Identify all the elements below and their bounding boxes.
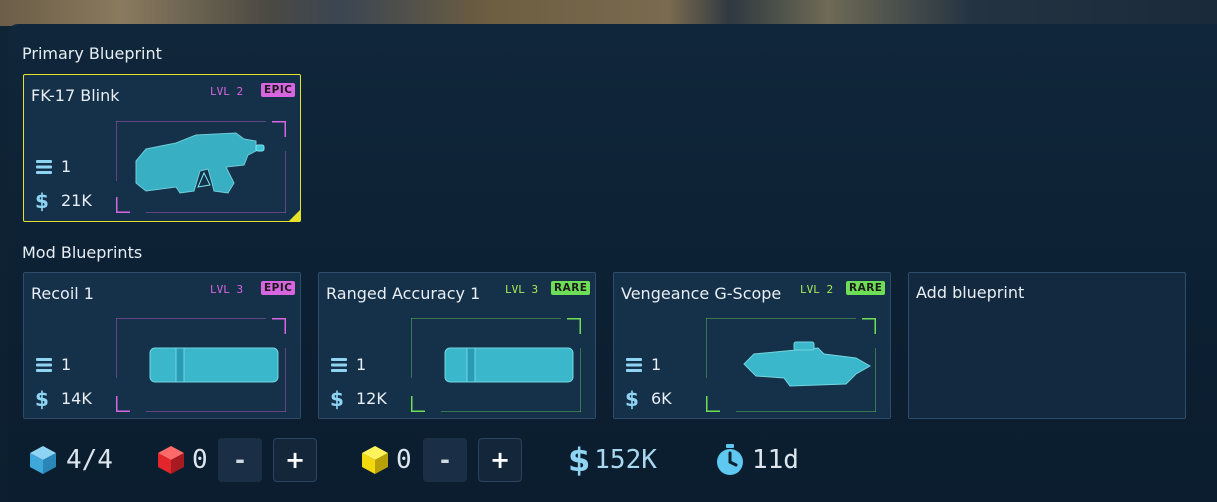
cost-value: 14K [61,389,92,408]
blueprint-cost: $ 12K [330,386,387,411]
currency-icon: $ [35,188,49,213]
layers-icon [626,357,642,372]
blueprint-name: FK-17 Blink [31,86,120,105]
rarity-badge: EPIC [261,83,296,97]
mod-blueprints-heading: Mod Blueprints [22,243,143,262]
slot-counter: 4/4 [28,436,113,484]
blueprint-name: Vengeance G-Scope [621,284,782,303]
selected-corner-marker [289,210,300,221]
rarity-badge: RARE [551,281,591,295]
level-label: LVL 3 [505,283,539,296]
background-scene [0,0,1217,26]
yellow-resource-counter: 0 [360,436,412,484]
blueprint-cost: $ 6K [625,386,672,411]
blueprint-name: Recoil 1 [31,284,94,303]
currency-icon: $ [330,386,344,411]
blueprint-name: Ranged Accuracy 1 [326,284,481,303]
count-value: 1 [61,157,72,176]
mod-preview [409,316,583,414]
count-value: 1 [61,355,72,374]
cost-value: 21K [61,191,92,210]
yellow-count: 0 [396,445,412,475]
red-plus-button[interactable]: + [273,438,317,482]
mod-blueprint-card[interactable]: Recoil 1 LVL 3 EPIC 1 $ 14K [23,272,301,419]
primary-blueprint-card[interactable]: FK-17 Blink LVL 2 EPIC 1 $ 21K [23,74,301,222]
count-value: 1 [356,355,367,374]
yellow-cube-icon [362,446,388,474]
red-cube-icon [158,446,184,474]
blueprint-cost: $ 14K [35,386,92,411]
suppressor-icon [444,347,574,383]
stopwatch-icon [717,444,743,475]
currency-icon: $ [568,441,591,479]
level-label: LVL 2 [210,85,244,98]
count-value: 1 [651,355,662,374]
red-resource-counter: 0 [156,436,208,484]
mod-blueprint-card[interactable]: Vengeance G-Scope LVL 2 RARE 1 $ 6K [613,272,891,419]
total-cost-value: 152K [594,445,657,475]
mod-preview [114,316,288,414]
total-cost: $ 152K [568,436,657,484]
craft-time: 11d [714,436,799,484]
yellow-minus-button[interactable]: - [423,438,467,482]
add-blueprint-label: Add blueprint [916,283,1025,302]
blueprint-count: 1 [35,355,71,374]
blueprint-count: 1 [330,355,366,374]
cube-icon [30,446,56,474]
red-count: 0 [192,445,208,475]
layers-icon [36,159,52,174]
level-label: LVL 3 [210,283,244,296]
slot-count: 4/4 [66,445,113,475]
layers-icon [36,357,52,372]
suppressor-icon [149,347,279,383]
blueprint-count: 1 [625,355,661,374]
add-blueprint-button[interactable]: Add blueprint [908,272,1186,419]
cost-value: 6K [651,389,672,408]
rarity-badge: RARE [846,281,886,295]
red-minus-button[interactable]: - [218,438,262,482]
level-label: LVL 2 [800,283,834,296]
blueprint-cost: $ 21K [35,188,92,213]
weapon-preview [114,119,288,215]
currency-icon: $ [35,386,49,411]
primary-blueprint-heading: Primary Blueprint [22,44,162,63]
cost-value: 12K [356,389,387,408]
mod-blueprint-card[interactable]: Ranged Accuracy 1 LVL 3 RARE 1 $ 12K [318,272,596,419]
blueprint-count: 1 [35,157,71,176]
currency-icon: $ [625,386,639,411]
mod-preview [704,316,878,414]
yellow-plus-button[interactable]: + [478,438,522,482]
layers-icon [331,357,347,372]
scope-icon [743,341,872,387]
craft-time-value: 11d [752,445,799,475]
rarity-badge: EPIC [261,281,296,295]
smg-icon [135,132,265,194]
